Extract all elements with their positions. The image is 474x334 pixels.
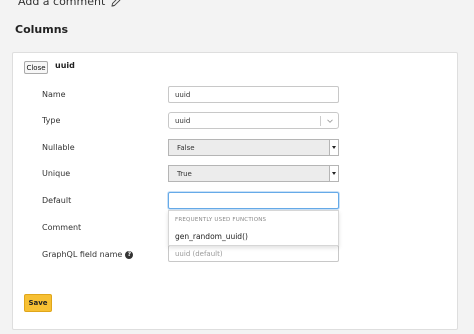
dropdown-arrow-icon[interactable] [329,140,338,155]
default-functions-dropdown: FREQUENTLY USED FUNCTIONS gen_random_uui… [168,210,339,246]
columns-section-title: Columns [15,23,69,36]
unique-label: Unique [42,169,71,178]
add-comment-label[interactable]: Add a comment [18,0,105,8]
add-comment-link[interactable]: Add a comment [18,0,121,8]
dropdown-item-gen-random-uuid[interactable]: gen_random_uuid() [175,232,248,241]
column-name-heading: uuid [55,61,75,70]
graphql-field-name-input[interactable]: uuid (default) [168,245,339,262]
nullable-select[interactable]: False [168,139,339,156]
name-label: Name [42,90,66,99]
comment-label: Comment [42,223,82,232]
save-button[interactable]: Save [24,294,52,312]
unique-select[interactable]: True [168,165,339,182]
type-select[interactable]: uuid [168,112,339,129]
type-select-value: uuid [175,116,191,125]
chevron-down-icon[interactable] [327,118,333,124]
dropdown-arrow-icon[interactable] [329,166,338,181]
close-button[interactable]: Close [24,61,48,74]
column-name-input[interactable]: uuid [168,86,339,103]
modify-table-page: Add a comment Columns Close uuid Name uu… [0,0,474,334]
select-separator [320,116,321,126]
dropdown-header: FREQUENTLY USED FUNCTIONS [175,217,267,223]
graphql-field-name-label: GraphQL field name ? [42,250,134,259]
graphql-field-name-label-text: GraphQL field name [42,250,123,259]
nullable-select-value: False [177,143,195,152]
default-label: Default [42,196,72,205]
default-value-input[interactable] [168,192,339,209]
type-label: Type [42,116,61,125]
help-icon[interactable]: ? [125,250,134,259]
unique-select-value: True [177,169,192,178]
nullable-label: Nullable [42,143,75,152]
pencil-icon[interactable] [111,0,121,7]
